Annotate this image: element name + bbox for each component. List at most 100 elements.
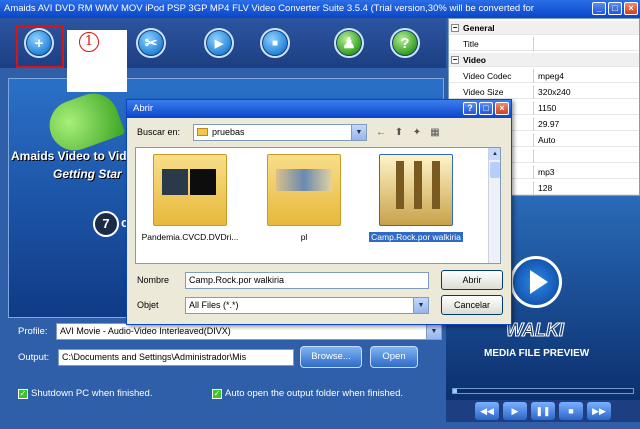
convert-button[interactable]: ▶	[204, 28, 234, 58]
property-key: Video Codec	[463, 71, 512, 81]
property-value: 29.97	[533, 117, 639, 131]
banner-title: Amaids Video to Vide	[11, 149, 134, 163]
chevron-down-icon: ▼	[351, 125, 366, 140]
file-list: Pandemia.CVCD.DVDri... pl Camp.Rock.por …	[135, 147, 501, 264]
shutdown-checkbox[interactable]: ✓	[18, 389, 28, 399]
help-button[interactable]: ?	[390, 28, 420, 58]
property-value: Auto	[533, 133, 639, 147]
cut-button[interactable]: ✂	[136, 28, 166, 58]
auto-open-label: Auto open the output folder when finishe…	[225, 388, 403, 399]
back-icon[interactable]: ←	[373, 125, 389, 140]
chevron-down-icon: ▼	[426, 324, 441, 339]
close-button[interactable]: ×	[624, 2, 638, 15]
minimize-button[interactable]: _	[592, 2, 606, 15]
step-number: 7	[93, 211, 119, 237]
window-title: Amaids AVI DVD RM WMV MOV iPod PSP 3GP M…	[4, 3, 534, 14]
property-key: Video Size	[463, 87, 504, 97]
filename-label: Nombre	[137, 275, 170, 285]
vertical-scrollbar[interactable]: ▲	[488, 148, 500, 263]
collapse-icon: −	[451, 23, 459, 32]
property-key: Title	[463, 39, 479, 49]
filetype-label: Objet	[137, 300, 159, 310]
file-item[interactable]: Camp.Rock.por walkiria	[366, 154, 466, 244]
property-value: mpeg4	[533, 69, 639, 83]
cancel-button[interactable]: Cancelar	[441, 295, 503, 315]
play-icon[interactable]	[530, 270, 548, 294]
scroll-thumb[interactable]	[490, 162, 500, 178]
scroll-up-icon[interactable]: ▲	[489, 148, 500, 160]
chevron-down-icon: ▼	[413, 298, 428, 313]
highlight-box	[16, 26, 64, 68]
dialog-help-button[interactable]: ?	[463, 102, 477, 115]
play-button[interactable]: ▶	[503, 402, 527, 420]
scissors-icon: ✂	[144, 35, 158, 52]
look-in-dropdown[interactable]: pruebas ▼	[193, 124, 367, 141]
property-row[interactable]: Video Size 320x240	[449, 85, 639, 99]
open-button[interactable]: Abrir	[441, 270, 503, 290]
view-menu-icon[interactable]: ▦	[427, 125, 443, 140]
filetype-select[interactable]: All Files (*.*) ▼	[185, 297, 429, 314]
auto-open-checkbox[interactable]: ✓	[212, 389, 222, 399]
play-icon: ▶	[214, 37, 224, 50]
pause-button[interactable]: ❚❚	[531, 402, 555, 420]
seek-bar[interactable]	[452, 388, 634, 394]
output-path-field[interactable]: C:\Documents and Settings\Administrador\…	[58, 349, 294, 366]
property-value: 1150	[533, 101, 639, 115]
new-folder-icon[interactable]: ✦	[409, 125, 425, 140]
file-name: Camp.Rock.por walkiria	[369, 232, 463, 242]
user-icon: ♟	[342, 35, 356, 52]
group-video[interactable]: − Video	[449, 53, 639, 67]
property-value: mp3	[533, 165, 639, 179]
dialog-title-bar: Abrir ? □ ×	[127, 100, 511, 118]
media-preview-label: MEDIA FILE PREVIEW	[484, 348, 590, 359]
player-controls: ◀◀ ▶ ❚❚ ■ ▶▶	[446, 400, 640, 422]
property-row[interactable]: Video Codec mpeg4	[449, 69, 639, 83]
profile-label: Profile:	[18, 326, 48, 337]
app-window: Amaids AVI DVD RM WMV MOV iPod PSP 3GP M…	[0, 0, 640, 429]
folder-icon	[197, 128, 208, 136]
group-general[interactable]: − General	[449, 21, 639, 35]
property-value	[533, 149, 639, 163]
callout-number: 1	[79, 32, 99, 52]
forward-button[interactable]: ▶▶	[587, 402, 611, 420]
maximize-button[interactable]: □	[608, 2, 622, 15]
question-icon: ?	[400, 34, 410, 52]
open-file-dialog: Abrir ? □ × Buscar en: pruebas ▼ ← ⬆ ✦ ▦…	[126, 99, 512, 325]
seek-fill	[453, 389, 457, 393]
property-value: 320x240	[533, 85, 639, 99]
folder-icon	[267, 154, 341, 226]
browse-button[interactable]: Browse...	[300, 346, 362, 368]
file-item[interactable]: pl	[254, 154, 354, 242]
stop-icon: ■	[271, 37, 279, 49]
collapse-icon: −	[451, 55, 459, 64]
property-value: 128	[533, 181, 639, 195]
look-in-value: pruebas	[212, 127, 245, 137]
stop-button[interactable]: ■	[559, 402, 583, 420]
file-name: pl	[300, 232, 308, 242]
file-item[interactable]: Pandemia.CVCD.DVDri...	[140, 154, 240, 242]
video-thumbnail	[379, 154, 453, 226]
profile-value: AVI Movie - Audio-Video Interleaved(DIVX…	[60, 326, 231, 336]
dialog-maximize-button[interactable]: □	[479, 102, 493, 115]
arrow-graphic	[42, 86, 126, 158]
folder-icon	[153, 154, 227, 226]
up-folder-icon[interactable]: ⬆	[391, 125, 407, 140]
property-value	[533, 37, 639, 51]
banner-subtitle: Getting Star	[53, 167, 122, 181]
property-row[interactable]: Title	[449, 37, 639, 51]
rewind-button[interactable]: ◀◀	[475, 402, 499, 420]
profile-select[interactable]: AVI Movie - Audio-Video Interleaved(DIVX…	[56, 323, 442, 340]
open-output-button[interactable]: Open	[370, 346, 418, 368]
look-in-label: Buscar en:	[137, 127, 181, 137]
filename-input[interactable]: Camp.Rock.por walkiria	[185, 272, 429, 289]
group-label: General	[463, 23, 495, 33]
title-bar: Amaids AVI DVD RM WMV MOV iPod PSP 3GP M…	[0, 0, 640, 18]
dialog-title: Abrir	[133, 103, 154, 114]
file-name: Pandemia.CVCD.DVDri...	[141, 232, 239, 242]
register-button[interactable]: ♟	[334, 28, 364, 58]
brand-logo: WALKI	[506, 320, 565, 341]
dialog-close-button[interactable]: ×	[495, 102, 509, 115]
stop-button[interactable]: ■	[260, 28, 290, 58]
group-label: Video	[463, 55, 486, 65]
filetype-value: All Files (*.*)	[189, 300, 239, 310]
